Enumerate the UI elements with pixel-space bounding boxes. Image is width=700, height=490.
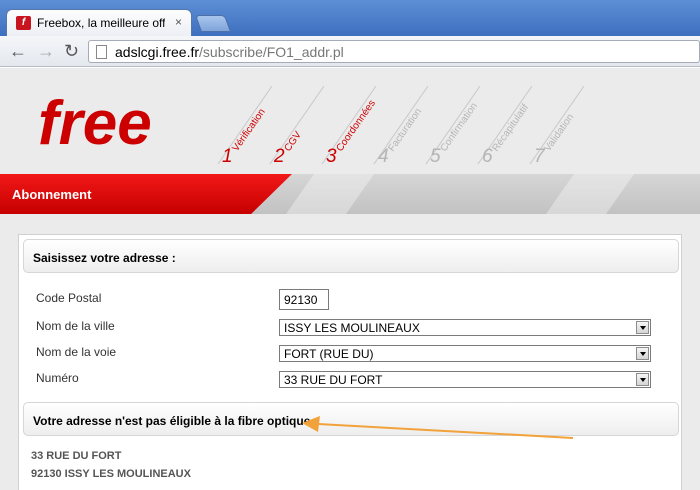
postal-code-input[interactable] [279,289,329,310]
free-logo: free [38,89,152,156]
postal-code-label: Code Postal [36,291,102,305]
reload-icon[interactable]: ↻ [64,41,79,61]
step-label: Vérification [230,107,267,154]
address-form-title: Saisissez votre adresse : [33,251,176,265]
free-favicon-icon: f [16,16,31,30]
step-number: 1 [222,146,233,167]
eligibility-title: Votre adresse n'est pas éligible à la fi… [33,414,318,428]
browser-titlebar: f Freebox, la meilleure offre × [0,0,700,36]
new-tab-button[interactable] [194,15,232,32]
address-bar[interactable]: adslcgi.free.fr/subscribe/FO1_addr.pl [88,40,700,63]
url-path: /subscribe/FO1_addr.pl [199,44,344,60]
city-select[interactable]: ISSY LES MOULINEAUX [279,319,651,336]
banner-title: Abonnement [12,187,92,202]
number-select-value: 33 RUE DU FORT [284,373,383,387]
eligibility-address-line1: 33 RUE DU FORT [31,450,122,462]
city-select-value: ISSY LES MOULINEAUX [284,321,420,335]
url-host: adslcgi.free.fr [115,44,200,60]
browser-toolbar: ← → ↻ adslcgi.free.fr/subscribe/FO1_addr… [0,36,700,67]
city-label: Nom de la ville [36,319,115,333]
step-label: Validation [542,112,576,154]
address-panel: Saisissez votre adresse : Code Postal No… [18,234,682,490]
step-label: Récapitulatif [490,102,531,154]
step-label: Facturation [386,106,424,153]
chevron-down-icon[interactable] [636,321,649,334]
number-label: Numéro [36,371,79,385]
svg-text:free: free [38,89,152,156]
address-form-header: Saisissez votre adresse : [23,239,679,273]
street-select-value: FORT (RUE DU) [284,347,374,361]
step-label: Confirmation [438,101,480,154]
section-banner: Abonnement [0,174,700,214]
page-icon [96,45,107,59]
eligibility-header: Votre adresse n'est pas éligible à la fi… [23,402,679,436]
street-select[interactable]: FORT (RUE DU) [279,345,651,362]
back-arrow-icon[interactable]: ← [9,41,27,61]
browser-tab[interactable]: f Freebox, la meilleure offre × [6,9,192,36]
forward-arrow-icon[interactable]: → [37,41,55,61]
banner-stripe [285,174,375,214]
chevron-down-icon[interactable] [636,373,649,386]
chevron-down-icon[interactable] [636,347,649,360]
step-number: 2 [273,146,285,167]
banner-stripe [545,174,635,214]
step-label: CGV [282,129,304,153]
step-label: Coordonnées [334,98,377,153]
eligibility-address-line2: 92130 ISSY LES MOULINEAUX [31,468,191,480]
step-number: 4 [378,146,389,167]
subscription-stepper: 1234567 Vérification CGV Coordonnées Factur… [217,86,585,167]
tab-title: Freebox, la meilleure offre [37,16,165,30]
number-select[interactable]: 33 RUE DU FORT [279,371,651,388]
url-text[interactable]: adslcgi.free.fr/subscribe/FO1_addr.pl [115,44,344,60]
street-label: Nom de la voie [36,345,117,359]
tab-close-icon[interactable]: × [175,15,182,29]
page-content: free 1234567 Vérification CGV Coordonnées F… [0,68,700,490]
